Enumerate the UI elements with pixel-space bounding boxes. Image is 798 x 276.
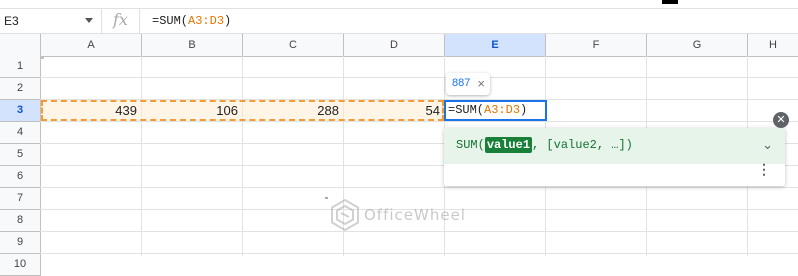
toolbar-fragment [662, 0, 678, 4]
name-box[interactable]: E3 [0, 9, 102, 33]
formula-suffix: ) [224, 14, 232, 28]
row-header-7[interactable]: 7 [0, 188, 41, 210]
grid-line [40, 77, 798, 78]
name-box-value: E3 [4, 14, 19, 28]
function-name: SUM( [456, 138, 485, 152]
hexagon-logo-icon [331, 198, 359, 232]
formula-bar: E3 fx =SUM(A3:D3) [0, 8, 798, 34]
cell-c3[interactable]: 288 [246, 101, 339, 121]
formula-range-ref: A3:D3 [188, 14, 225, 28]
function-signature-band[interactable]: SUM(value1, [value2, …]) ⌄ [444, 128, 785, 164]
row-header-9[interactable]: 9 [0, 232, 41, 254]
formula-result-preview: 887 × [446, 73, 490, 95]
grid-line [40, 187, 798, 188]
row-header-5[interactable]: 5 [0, 144, 41, 166]
fx-icon: fx [108, 9, 140, 33]
row-header-6[interactable]: 6 [0, 166, 41, 188]
watermark-logo: OfficeWheel [330, 198, 530, 233]
more-options-icon[interactable]: ⋮ [757, 162, 771, 176]
close-icon[interactable]: ✕ [773, 112, 789, 128]
grid-line [242, 56, 243, 256]
function-help-card: SUM(value1, [value2, …]) ⌄ ⋮ [444, 128, 785, 186]
cell-d3[interactable]: 54 [347, 101, 440, 121]
row-header-1[interactable]: 1 [0, 56, 41, 78]
column-header-a[interactable]: A [41, 34, 142, 57]
row-header-4[interactable]: 4 [0, 122, 41, 144]
column-header-c[interactable]: C [243, 34, 344, 57]
function-signature: SUM(value1, [value2, …]) [456, 137, 633, 153]
active-cell-e3[interactable]: =SUM(A3:D3) [444, 100, 547, 121]
cell-a3[interactable]: 439 [44, 101, 137, 121]
column-header-b[interactable]: B [142, 34, 243, 57]
cell-formula-suffix: ) [520, 103, 528, 117]
cell-b3[interactable]: 106 [145, 101, 238, 121]
row-header-8[interactable]: 8 [0, 210, 41, 232]
row-header-2[interactable]: 2 [0, 78, 41, 100]
grid-line [40, 121, 798, 122]
formula-input[interactable]: =SUM(A3:D3) [152, 14, 231, 28]
watermark-text: OfficeWheel [364, 206, 466, 224]
column-header-e[interactable]: E [445, 34, 546, 57]
formula-prefix: =SUM( [152, 14, 189, 28]
grid-line [141, 56, 142, 256]
preview-value: 887 [452, 77, 471, 89]
active-parameter: value1 [484, 137, 533, 153]
close-preview-icon[interactable]: × [477, 76, 485, 91]
cell-formula-ref: A3:D3 [484, 103, 521, 117]
stray-mark [325, 197, 328, 199]
top-strip [0, 0, 798, 8]
function-params: , [value2, …]) [532, 138, 633, 152]
column-header-d[interactable]: D [344, 34, 445, 57]
row-header-3[interactable]: 3 [0, 100, 41, 122]
grid-line [40, 253, 798, 254]
chevron-down-icon[interactable]: ⌄ [762, 137, 773, 153]
cell-formula-prefix: =SUM( [448, 103, 485, 117]
row-header-10[interactable]: 10 [0, 254, 41, 276]
chevron-down-icon[interactable] [85, 18, 93, 23]
column-header-h[interactable]: H [748, 34, 798, 57]
column-header-f[interactable]: F [546, 34, 647, 57]
column-header-g[interactable]: G [647, 34, 748, 57]
